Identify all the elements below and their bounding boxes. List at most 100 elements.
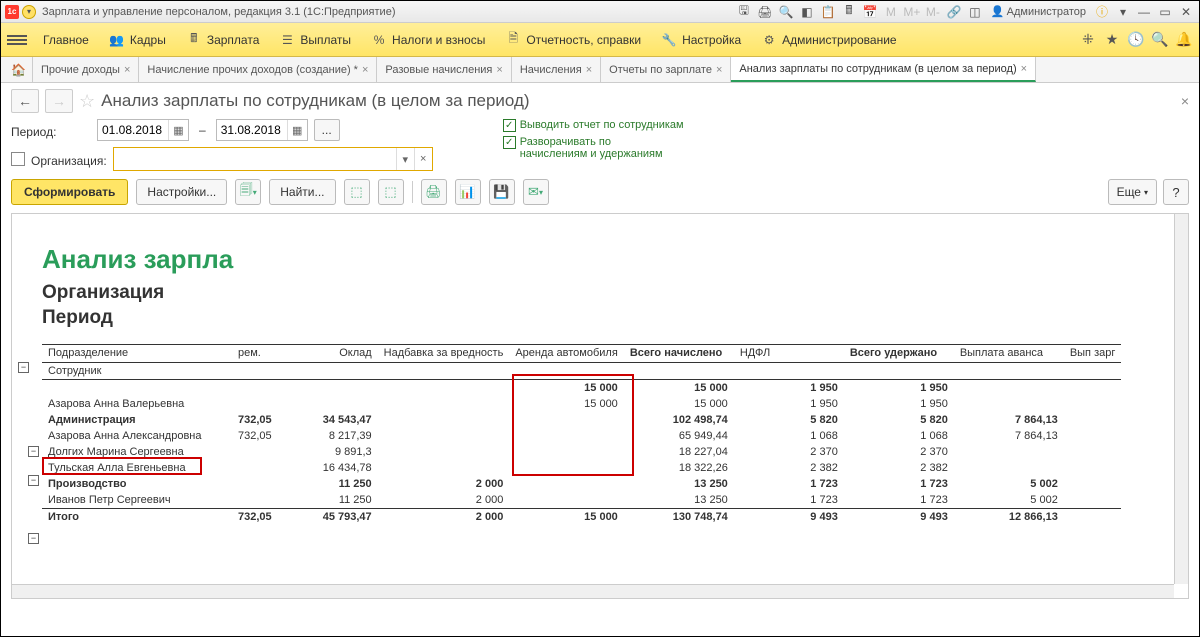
- period-label: Период:: [11, 121, 91, 139]
- preview-icon[interactable]: 🔍: [777, 4, 795, 20]
- tab-1[interactable]: Начисление прочих доходов (создание) *×: [139, 57, 377, 82]
- save2-icon[interactable]: 💾: [489, 179, 515, 205]
- nav-forward[interactable]: →: [45, 89, 73, 113]
- date-from-input[interactable]: ▦: [97, 119, 189, 141]
- date-to-input[interactable]: ▦: [216, 119, 308, 141]
- favorite-icon[interactable]: ☆: [79, 91, 95, 112]
- compare-icon[interactable]: ◧: [798, 4, 816, 20]
- page-title: Анализ зарплаты по сотрудникам (в целом …: [101, 91, 529, 111]
- org-checkbox[interactable]: [11, 152, 25, 166]
- titlebar: 1c ▾ Зарплата и управление персоналом, р…: [1, 1, 1199, 23]
- mem-mplus[interactable]: M+: [903, 4, 921, 20]
- clear-icon[interactable]: ×: [414, 148, 432, 170]
- close-icon[interactable]: ×: [496, 64, 502, 76]
- tab-3[interactable]: Начисления×: [512, 57, 601, 82]
- table-row[interactable]: Долгих Марина Сергеевна9 891,318 227,042…: [42, 444, 1121, 460]
- table-row[interactable]: Производство11 2502 00013 2501 7231 7235…: [42, 476, 1121, 492]
- menu-nalogi[interactable]: %Налоги и взносы: [361, 23, 495, 56]
- tree-toggle[interactable]: −: [28, 446, 39, 457]
- tree-toggle[interactable]: −: [28, 475, 39, 486]
- clipboard-icon[interactable]: 📋: [819, 4, 837, 20]
- home-tab[interactable]: 🏠: [5, 57, 33, 82]
- menu-kadry[interactable]: 👥Кадры: [99, 23, 176, 56]
- dropdown-icon[interactable]: ▾: [396, 148, 414, 170]
- report-area: − − − − Анализ зарпла Организация Период…: [11, 213, 1189, 599]
- close-window-icon[interactable]: ✕: [1177, 4, 1195, 20]
- tree-toggle[interactable]: −: [18, 362, 29, 373]
- doc-icon: 🗎: [505, 32, 521, 48]
- table-row[interactable]: Азарова Анна Александровна732,058 217,39…: [42, 428, 1121, 444]
- info-icon[interactable]: ⓘ: [1093, 4, 1111, 20]
- table-row[interactable]: Администрация732,0534 543,47102 498,745 …: [42, 412, 1121, 428]
- form-button[interactable]: Сформировать: [11, 179, 128, 205]
- history-icon[interactable]: 🕓: [1127, 31, 1145, 49]
- wrench-icon: 🔧: [661, 32, 677, 48]
- report-table: Подразделениерем.ОкладНадбавка за вредно…: [42, 344, 1121, 525]
- table-row[interactable]: 15 00015 0001 9501 950: [42, 380, 1121, 397]
- chk2[interactable]: ✓: [503, 136, 516, 149]
- scrollbar-h[interactable]: [12, 584, 1174, 598]
- mem-mminus[interactable]: M-: [924, 4, 942, 20]
- menu-admin[interactable]: ⚙Администрирование: [751, 23, 906, 56]
- calendar-icon[interactable]: ▦: [168, 120, 188, 140]
- menu-nastroika[interactable]: 🔧Настройка: [651, 23, 751, 56]
- table-row[interactable]: Тульская Алла Евгеньевна16 434,7818 322,…: [42, 460, 1121, 476]
- app-logo: 1c: [5, 5, 19, 19]
- grid-icon[interactable]: ⁜: [1079, 31, 1097, 49]
- page-body: ← → ☆ Анализ зарплаты по сотрудникам (в …: [1, 83, 1199, 605]
- tab-4[interactable]: Отчеты по зарплате×: [601, 57, 731, 82]
- panel-icon[interactable]: ◫: [966, 4, 984, 20]
- more-button[interactable]: Еще▾: [1108, 179, 1157, 205]
- minimize-icon[interactable]: —: [1135, 4, 1153, 20]
- menu-vyplaty[interactable]: ☰Выплаты: [269, 23, 361, 56]
- mem-m[interactable]: M: [882, 4, 900, 20]
- chk1[interactable]: ✓: [503, 119, 516, 132]
- menu-main[interactable]: Главное: [33, 23, 99, 56]
- table-row[interactable]: Иванов Петр Сергеевич11 2502 00013 2501 …: [42, 492, 1121, 509]
- dropdown2-icon[interactable]: ▾: [1114, 4, 1132, 20]
- user-label[interactable]: 👤 Администратор: [987, 5, 1090, 18]
- menu-otchet[interactable]: 🗎Отчетность, справки: [495, 23, 651, 56]
- menu-zarplata[interactable]: 🖩Зарплата: [176, 23, 270, 56]
- nav-back[interactable]: ←: [11, 89, 39, 113]
- close-icon[interactable]: ×: [1021, 63, 1027, 75]
- collapse-icon[interactable]: ⬚: [378, 179, 404, 205]
- table-row[interactable]: Азарова Анна Валерьевна15 00015 0001 950…: [42, 396, 1121, 412]
- hamburger-icon[interactable]: [7, 35, 27, 45]
- mail-icon[interactable]: ✉▾: [523, 179, 549, 205]
- chart-icon[interactable]: 📊: [455, 179, 481, 205]
- settings-button[interactable]: Настройки...: [136, 179, 227, 205]
- period-more-button[interactable]: ...: [314, 119, 340, 141]
- close-icon[interactable]: ×: [362, 64, 368, 76]
- help-button[interactable]: ?: [1163, 179, 1189, 205]
- page-close-icon[interactable]: ×: [1181, 93, 1189, 109]
- close-icon[interactable]: ×: [124, 64, 130, 76]
- tree-toggle[interactable]: −: [28, 533, 39, 544]
- search2-icon[interactable]: 🔍: [1151, 31, 1169, 49]
- expand-icon[interactable]: ⬚: [344, 179, 370, 205]
- percent-icon: %: [371, 32, 387, 48]
- find-button[interactable]: Найти...: [269, 179, 335, 205]
- close-icon[interactable]: ×: [586, 64, 592, 76]
- tab-0[interactable]: Прочие доходы×: [33, 57, 139, 82]
- org-label: Организация:: [31, 150, 107, 168]
- save-icon[interactable]: 🖫: [735, 4, 753, 20]
- report-title: Анализ зарпла: [42, 244, 1182, 275]
- toolbar: Сформировать Настройки... 🗐▾ Найти... ⬚ …: [11, 179, 1189, 205]
- calc-icon[interactable]: 🖩: [840, 4, 858, 20]
- tab-5[interactable]: Анализ зарплаты по сотрудникам (в целом …: [731, 57, 1036, 82]
- dropdown-icon[interactable]: ▾: [22, 5, 36, 19]
- link-icon[interactable]: 🔗: [945, 4, 963, 20]
- calendar-icon[interactable]: ▦: [287, 120, 307, 140]
- print2-icon[interactable]: 🖨: [421, 179, 447, 205]
- scrollbar-v[interactable]: [1174, 214, 1188, 584]
- org-input[interactable]: ▾ ×: [113, 147, 433, 171]
- tab-2[interactable]: Разовые начисления×: [377, 57, 511, 82]
- star-icon[interactable]: ★: [1103, 31, 1121, 49]
- save-settings-icon[interactable]: 🗐▾: [235, 179, 261, 205]
- close-icon[interactable]: ×: [716, 64, 722, 76]
- bell-icon[interactable]: 🔔: [1175, 31, 1193, 49]
- print-icon[interactable]: 🖨: [756, 4, 774, 20]
- maximize-icon[interactable]: ▭: [1156, 4, 1174, 20]
- calendar-icon[interactable]: 📅: [861, 4, 879, 20]
